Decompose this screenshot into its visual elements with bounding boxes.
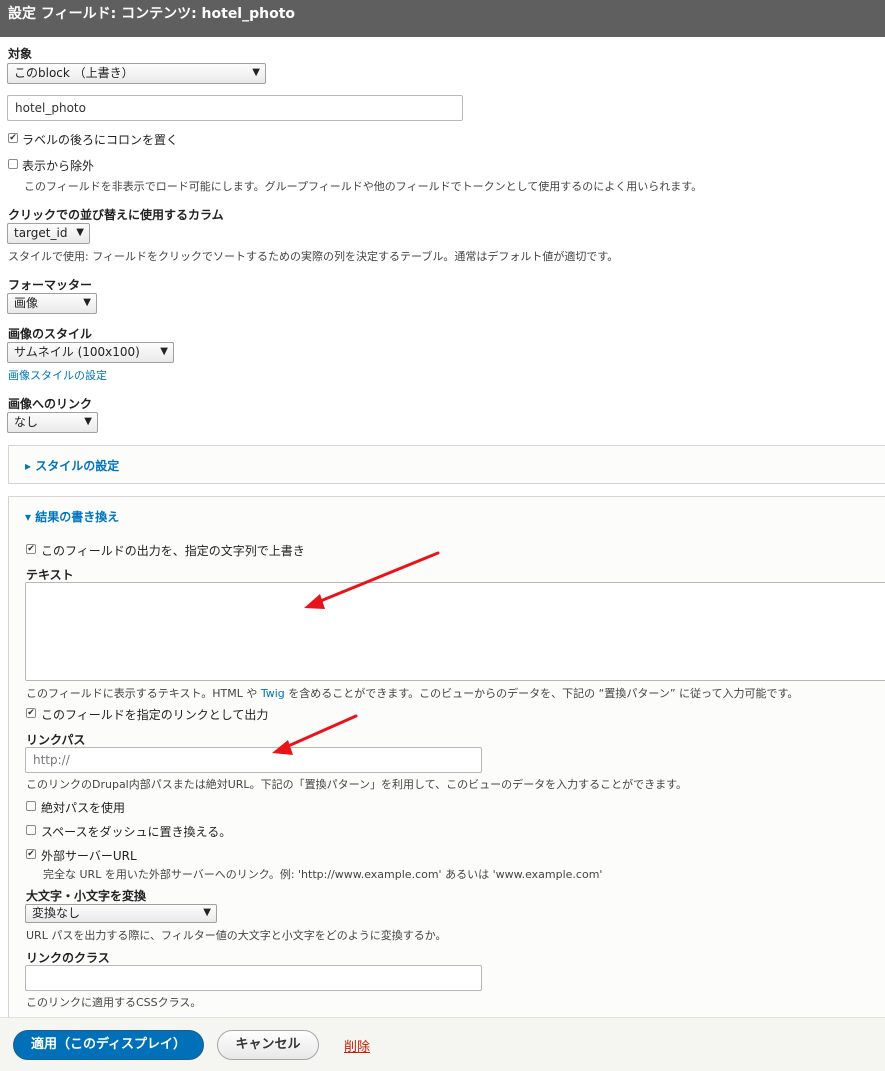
formatter-value: 画像 <box>14 296 39 310</box>
image-style-settings-link[interactable]: 画像スタイルの設定 <box>8 367 107 383</box>
dash-checkbox[interactable] <box>26 825 36 835</box>
external-server-description: 完全な URL を用いた外部サーバーへのリンク。例: 'http://www.e… <box>43 868 603 881</box>
formatter-select[interactable]: 画像 ▼ <box>7 293 97 314</box>
case-select[interactable]: 変換なし ▼ <box>25 904 217 923</box>
external-server-checkbox[interactable]: ✔ <box>26 849 36 859</box>
image-style-select[interactable]: サムネイル (100x100) ▼ <box>7 342 174 363</box>
text-description: このフィールドに表示するテキスト。HTML や Twig を含めることができます… <box>26 685 798 701</box>
case-description: URL パスを出力する際に、フィルター値の大文字と小文字をどのように変換するか。 <box>26 929 447 942</box>
exclude-checkbox[interactable] <box>8 159 18 169</box>
dash-checkbox-label: スペースをダッシュに置き換える。 <box>41 825 232 839</box>
apply-button[interactable]: 適用（このディスプレイ） <box>13 1030 204 1060</box>
target-select[interactable]: このblock （上書き） ▼ <box>7 63 266 84</box>
colon-checkbox-label: ラベルの後ろにコロンを置く <box>22 133 179 147</box>
click-sort-select[interactable]: target_id ▼ <box>7 223 90 244</box>
link-class-description: このリンクに適用するCSSクラス。 <box>26 996 202 1009</box>
link-checkbox-label: このフィールドを指定のリンクとして出力 <box>41 708 269 722</box>
image-link-value: なし <box>14 415 39 429</box>
external-server-label: 外部サーバーURL <box>41 849 137 863</box>
override-checkbox-label: このフィールドの出力を、指定の文字列で上書き <box>41 544 305 558</box>
link-class-input[interactable] <box>25 965 482 991</box>
link-path-input[interactable]: http:// <box>25 747 482 773</box>
click-sort-value: target_id <box>14 226 68 240</box>
exclude-description: このフィールドを非表示でロード可能にします。グループフィールドや他のフィールドで… <box>24 180 703 193</box>
image-style-value: サムネイル (100x100) <box>14 345 140 359</box>
rewrite-toggle[interactable]: ▾ 結果の書き換え <box>25 508 119 525</box>
click-sort-description: スタイルで使用: フィールドをクリックでソートするための実際の列を決定するテーブ… <box>8 250 619 263</box>
text-label: テキスト <box>26 568 74 582</box>
image-link-select[interactable]: なし ▼ <box>7 412 98 433</box>
override-checkbox[interactable]: ✔ <box>26 544 36 554</box>
delete-link[interactable]: 削除 <box>344 1036 370 1055</box>
twig-link[interactable]: Twig <box>261 687 285 700</box>
target-label: 対象 <box>8 47 33 61</box>
chevron-down-icon: ▼ <box>84 416 92 427</box>
case-value: 変換なし <box>32 906 81 920</box>
chevron-down-icon: ▼ <box>83 297 91 308</box>
label-input[interactable]: hotel_photo <box>7 95 463 121</box>
link-class-label: リンクのクラス <box>26 951 110 965</box>
text-desc-post: を含めることができます。このビューからのデータを、下記の “置換パターン” に従… <box>284 687 799 700</box>
case-label: 大文字・小文字を変換 <box>26 889 147 903</box>
link-path-description: このリンクのDrupal内部パスまたは絶対URL。下記の「置換パターン」を利用し… <box>26 778 688 791</box>
link-checkbox[interactable]: ✔ <box>26 708 36 718</box>
chevron-down-icon: ▼ <box>203 907 211 918</box>
chevron-down-icon: ▼ <box>252 67 260 78</box>
image-link-label: 画像へのリンク <box>8 397 93 411</box>
dialog-title: 設定 フィールド: コンテンツ: hotel_photo <box>0 0 885 37</box>
image-style-label: 画像のスタイル <box>8 327 93 341</box>
colon-checkbox[interactable]: ✔ <box>8 133 18 143</box>
cancel-button[interactable]: キャンセル <box>217 1030 319 1060</box>
chevron-down-icon: ▼ <box>76 227 84 238</box>
link-path-label: リンクパス <box>26 733 86 747</box>
style-settings-panel <box>8 445 885 484</box>
click-sort-label: クリックでの並び替えに使用するカラム <box>8 208 224 222</box>
formatter-label: フォーマッター <box>8 278 93 292</box>
exclude-checkbox-label: 表示から除外 <box>22 159 95 173</box>
target-select-value: このblock （上書き） <box>14 66 134 80</box>
chevron-down-icon: ▼ <box>160 346 168 357</box>
style-settings-toggle[interactable]: ▸ スタイルの設定 <box>25 457 119 474</box>
text-desc-pre: このフィールドに表示するテキスト。HTML や <box>26 687 261 700</box>
rewrite-textarea[interactable] <box>25 582 885 681</box>
absolute-path-checkbox[interactable] <box>26 801 36 811</box>
absolute-path-label: 絶対パスを使用 <box>41 801 126 815</box>
